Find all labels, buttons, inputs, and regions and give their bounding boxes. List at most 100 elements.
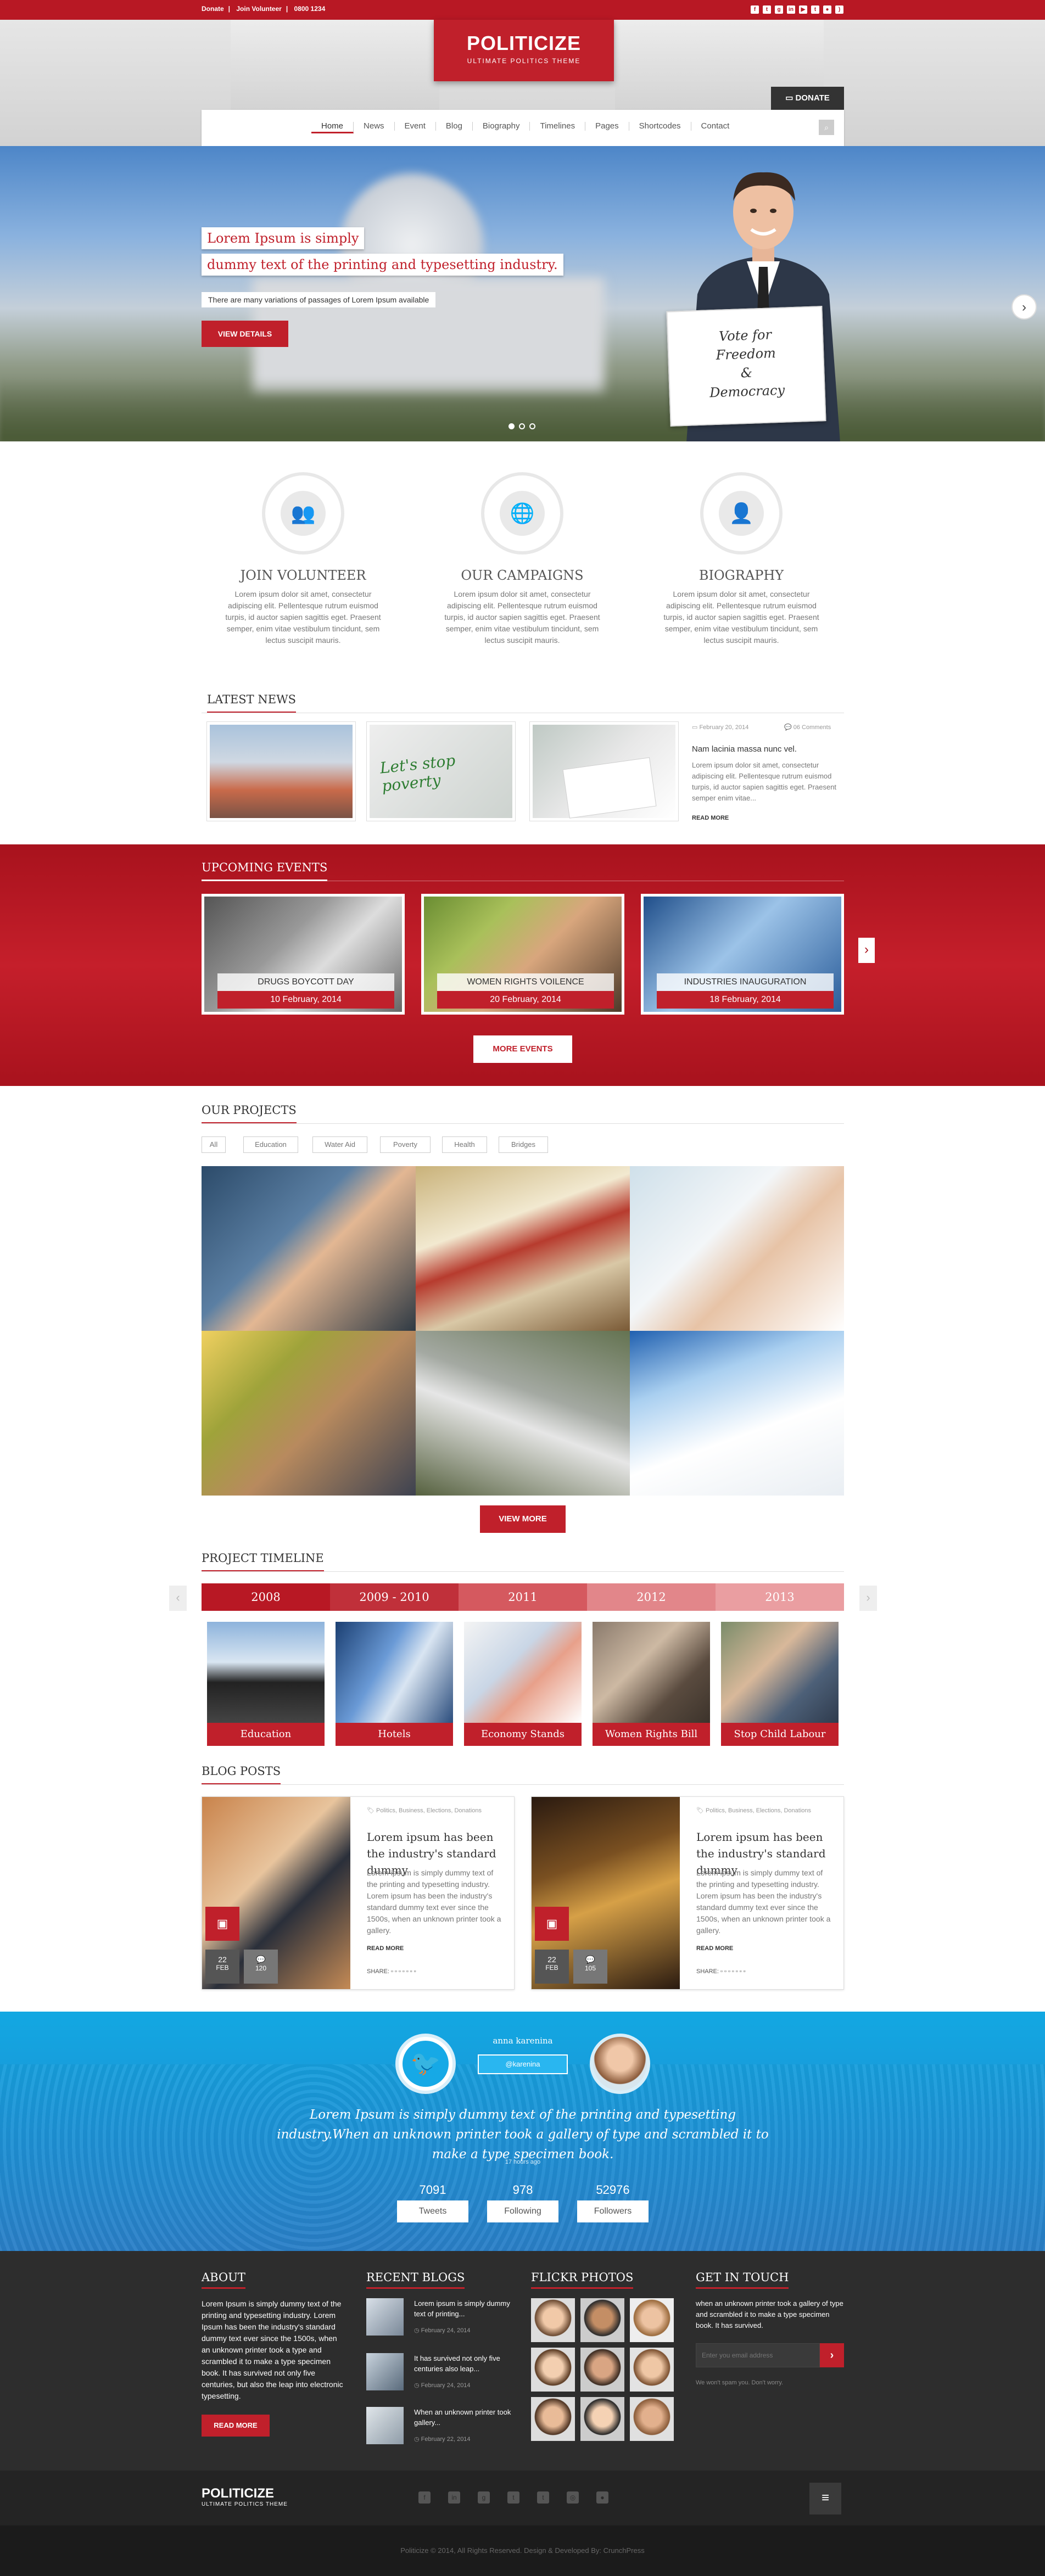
filter-bridges[interactable]: Bridges	[499, 1136, 548, 1153]
search-icon[interactable]: ⌕	[819, 120, 834, 135]
google-plus-icon[interactable]: g	[478, 2491, 490, 2504]
facebook-icon[interactable]: f	[751, 5, 759, 14]
project-image[interactable]	[630, 1166, 844, 1331]
news-image-classroom[interactable]	[207, 722, 355, 821]
news-comments[interactable]: 💬 06 Comments	[784, 724, 831, 731]
menu-icon[interactable]: ≡	[809, 2483, 841, 2515]
recent-blog-thumb[interactable]	[366, 2353, 404, 2390]
news-image-poverty[interactable]: Let's stop poverty	[367, 722, 515, 821]
flickr-photo[interactable]	[630, 2348, 674, 2392]
chevron-left-icon[interactable]: ‹	[169, 1586, 187, 1611]
recent-blog-title[interactable]: When an unknown printer took gallery...	[414, 2407, 513, 2428]
project-image[interactable]	[630, 1331, 844, 1496]
flickr-photo[interactable]	[630, 2397, 674, 2441]
nav-news[interactable]: News	[354, 122, 395, 131]
event-card[interactable]: WOMEN RIGHTS VOILENCE 20 February, 2014	[421, 894, 624, 1015]
twitter-icon[interactable]: t	[507, 2491, 519, 2504]
filter-health[interactable]: Health	[442, 1136, 487, 1153]
join-volunteer-link[interactable]: Join Volunteer	[236, 5, 281, 13]
timeline-card[interactable]: Hotels	[336, 1622, 453, 1746]
linkedin-icon[interactable]: in	[787, 5, 795, 14]
donate-link[interactable]: Donate	[202, 5, 224, 13]
avatar[interactable]	[590, 2034, 650, 2094]
timeline-card[interactable]: Stop Child Labour	[721, 1622, 839, 1746]
recent-blog-thumb[interactable]	[366, 2298, 404, 2336]
flickr-photo[interactable]	[531, 2348, 575, 2392]
instagram-icon[interactable]: ◎	[567, 2491, 579, 2504]
about-read-more-button[interactable]: READ MORE	[202, 2415, 270, 2437]
timeline-year-2009-2010[interactable]: 2009 - 2010	[330, 1583, 459, 1611]
timeline-year-2012[interactable]: 2012	[587, 1583, 716, 1611]
flickr-icon[interactable]: ●	[596, 2491, 608, 2504]
nav-timelines[interactable]: Timelines	[530, 122, 586, 131]
timeline-card[interactable]: Economy Stands	[464, 1622, 582, 1746]
nav-pages[interactable]: Pages	[585, 122, 629, 131]
share-icons[interactable]: ▫ ▫ ▫ ▫ ▫ ▫ ▫	[720, 1968, 746, 1975]
post-read-more[interactable]: READ MORE	[696, 1945, 733, 1952]
project-image[interactable]	[202, 1331, 416, 1496]
project-image[interactable]	[202, 1166, 416, 1331]
slider-dot[interactable]	[529, 423, 535, 429]
twitter-icon[interactable]: 🐦	[403, 2041, 449, 2087]
google-plus-icon[interactable]: g	[775, 5, 783, 14]
share-icons[interactable]: ▫ ▫ ▫ ▫ ▫ ▫ ▫	[391, 1968, 416, 1975]
recent-blog-title[interactable]: Lorem ipsum is simply dummy text of prin…	[414, 2298, 513, 2319]
filter-all[interactable]: All	[202, 1136, 226, 1153]
feature-circle[interactable]: 👤	[700, 472, 783, 555]
feature-circle[interactable]: 🌐	[481, 472, 563, 555]
nav-biography[interactable]: Biography	[473, 122, 530, 131]
timeline-year-2013[interactable]: 2013	[716, 1583, 844, 1611]
post-comments[interactable]: 💬 120	[244, 1950, 278, 1984]
flickr-photo[interactable]	[531, 2298, 575, 2342]
recent-blog-title[interactable]: It has survived not only five centuries …	[414, 2353, 513, 2374]
project-image[interactable]	[416, 1331, 630, 1496]
event-card[interactable]: DRUGS BOYCOTT DAY 10 February, 2014	[202, 894, 405, 1015]
news-title[interactable]: Nam lacinia massa nunc vel.	[692, 744, 797, 754]
followers-button[interactable]: Followers	[577, 2200, 649, 2222]
flickr-photo[interactable]	[580, 2298, 624, 2342]
chevron-right-icon[interactable]: ›	[1012, 294, 1037, 320]
more-events-button[interactable]: MORE EVENTS	[473, 1035, 572, 1063]
slider-dot[interactable]	[508, 423, 515, 429]
twitter-icon[interactable]: t	[763, 5, 771, 14]
filter-education[interactable]: Education	[243, 1136, 298, 1153]
flickr-icon[interactable]: ●	[823, 5, 831, 14]
filter-water-aid[interactable]: Water Aid	[312, 1136, 367, 1153]
nav-blog[interactable]: Blog	[436, 122, 473, 131]
facebook-icon[interactable]: f	[418, 2491, 431, 2504]
rss-icon[interactable]: )	[835, 5, 843, 14]
tumblr-icon[interactable]: t	[537, 2491, 549, 2504]
news-read-more[interactable]: READ MORE	[692, 815, 729, 821]
nav-contact[interactable]: Contact	[691, 122, 740, 131]
flickr-photo[interactable]	[531, 2397, 575, 2441]
slider-dot[interactable]	[519, 423, 525, 429]
chevron-right-icon[interactable]: ›	[859, 1586, 877, 1611]
news-image-vote[interactable]	[530, 722, 678, 821]
following-button[interactable]: Following	[487, 2200, 558, 2222]
tweets-button[interactable]: Tweets	[397, 2200, 468, 2222]
linkedin-icon[interactable]: in	[448, 2491, 460, 2504]
event-card[interactable]: INDUSTRIES INAUGURATION 18 February, 201…	[641, 894, 844, 1015]
nav-event[interactable]: Event	[395, 122, 436, 131]
view-more-button[interactable]: VIEW MORE	[480, 1505, 566, 1533]
timeline-year-2008[interactable]: 2008	[202, 1583, 330, 1611]
timeline-year-2011[interactable]: 2011	[459, 1583, 587, 1611]
email-field[interactable]	[696, 2343, 820, 2367]
flickr-photo[interactable]	[580, 2397, 624, 2441]
footer-logo[interactable]: POLITICIZE ULTIMATE POLITICS THEME	[202, 2486, 288, 2507]
youtube-icon[interactable]: ▶	[799, 5, 807, 14]
flickr-photo[interactable]	[630, 2298, 674, 2342]
feature-circle[interactable]: 👥	[262, 472, 344, 555]
timeline-card[interactable]: Education	[207, 1622, 325, 1746]
flickr-photo[interactable]	[580, 2348, 624, 2392]
recent-blog-thumb[interactable]	[366, 2407, 404, 2444]
arrow-right-icon[interactable]: ›	[820, 2343, 844, 2367]
post-comments[interactable]: 💬 105	[573, 1950, 607, 1984]
site-logo[interactable]: POLITICIZE ULTIMATE POLITICS THEME	[434, 20, 614, 81]
view-details-button[interactable]: VIEW DETAILS	[202, 321, 288, 347]
project-image[interactable]	[416, 1166, 630, 1331]
filter-poverty[interactable]: Poverty	[380, 1136, 431, 1153]
nav-shortcodes[interactable]: Shortcodes	[629, 122, 691, 131]
tumblr-icon[interactable]: t	[811, 5, 819, 14]
timeline-card[interactable]: Women Rights Bill	[593, 1622, 710, 1746]
